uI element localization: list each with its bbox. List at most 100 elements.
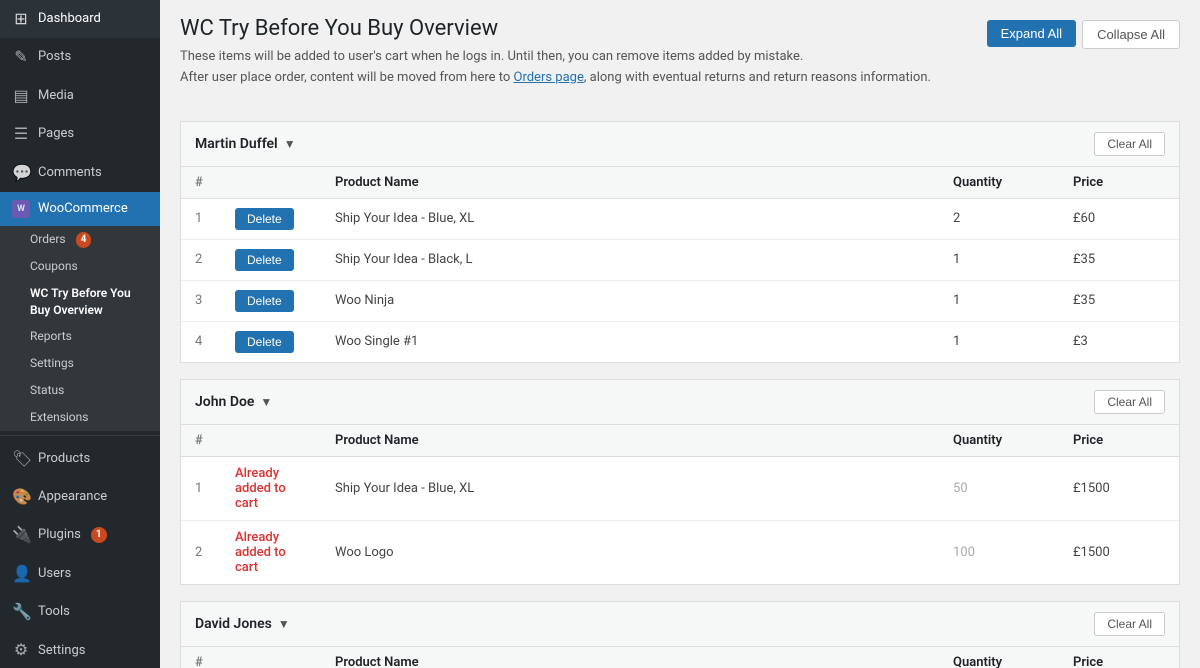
sidebar-item-products[interactable]: 🏷 Products — [0, 440, 160, 478]
sidebar-sub-reports[interactable]: Reports — [0, 323, 160, 350]
row-product: Woo Ninja — [321, 280, 939, 321]
col-action — [221, 425, 321, 457]
plugins-icon: 🔌 — [12, 524, 30, 546]
orders-label: Orders — [30, 231, 66, 248]
woocommerce-label: WooCommerce — [38, 200, 128, 218]
row-price: £1500 — [1059, 456, 1179, 520]
orders-page-link[interactable]: Orders page — [514, 70, 584, 85]
sidebar-sub-extensions[interactable]: Extensions — [0, 404, 160, 431]
media-icon: ▤ — [12, 85, 30, 107]
clear-all-button-john[interactable]: Clear All — [1094, 390, 1165, 414]
orders-badge: 4 — [76, 232, 92, 248]
row-action: Already added to cart — [221, 456, 321, 520]
table-row: 1 Delete Ship Your Idea - Blue, XL 2 £60 — [181, 198, 1179, 239]
table-row: 4 Delete Woo Single #1 1 £3 — [181, 321, 1179, 362]
col-num: # — [181, 167, 221, 199]
wc-overview-label: WC Try Before You Buy Overview — [30, 285, 148, 319]
sidebar-dashboard[interactable]: ⊞ Dashboard — [0, 0, 160, 38]
col-action — [221, 167, 321, 199]
sidebar-item-comments[interactable]: 💬 Comments — [0, 154, 160, 192]
row-price: £35 — [1059, 280, 1179, 321]
user-section-header-martin: Martin Duffel ▼Clear All — [181, 122, 1179, 167]
sidebar-item-appearance[interactable]: 🎨 Appearance — [0, 478, 160, 516]
reports-label: Reports — [30, 328, 72, 345]
plugins-label: Plugins — [38, 526, 81, 544]
col-product: Product Name — [321, 167, 939, 199]
tools-label: Tools — [38, 603, 70, 621]
user-table-martin: # Product Name Quantity Price 1 Delete S… — [181, 167, 1179, 362]
delete-button[interactable]: Delete — [235, 208, 294, 230]
chevron-down-icon[interactable]: ▼ — [284, 137, 296, 151]
row-num: 4 — [181, 321, 221, 362]
clear-all-button-martin[interactable]: Clear All — [1094, 132, 1165, 156]
user-name-text: John Doe — [195, 394, 254, 410]
row-price: £1500 — [1059, 520, 1179, 584]
sidebar-item-woocommerce[interactable]: W WooCommerce — [0, 192, 160, 226]
row-action: Delete — [221, 239, 321, 280]
row-action: Already added to cart — [221, 520, 321, 584]
sidebar-logo-label: Dashboard — [38, 10, 101, 28]
main-content: WC Try Before You Buy Overview These ite… — [160, 0, 1200, 668]
appearance-icon: 🎨 — [12, 486, 30, 508]
users-icon: 👤 — [12, 563, 30, 585]
comments-icon: 💬 — [12, 162, 30, 184]
sidebar-item-users[interactable]: 👤 Users — [0, 555, 160, 593]
collapse-all-button[interactable]: Collapse All — [1082, 20, 1180, 49]
comments-label: Comments — [38, 164, 102, 182]
page-description: These items will be added to user's cart… — [180, 47, 987, 89]
row-action: Delete — [221, 198, 321, 239]
row-qty: 2 — [939, 198, 1059, 239]
expand-all-button[interactable]: Expand All — [987, 20, 1076, 47]
row-product: Woo Logo — [321, 520, 939, 584]
row-num: 1 — [181, 456, 221, 520]
sidebar-sub-orders[interactable]: Orders 4 — [0, 226, 160, 253]
sidebar-sub-coupons[interactable]: Coupons — [0, 253, 160, 280]
col-product: Product Name — [321, 647, 939, 668]
pages-label: Pages — [38, 125, 74, 143]
header-actions: Expand All Collapse All — [987, 16, 1180, 49]
already-added-label: Already added to cart — [235, 530, 286, 575]
sidebar-item-media[interactable]: ▤ Media — [0, 77, 160, 115]
sidebar-item-pages[interactable]: ☰ Pages — [0, 115, 160, 153]
page-title: WC Try Before You Buy Overview — [180, 16, 987, 41]
chevron-down-icon[interactable]: ▼ — [278, 617, 290, 631]
row-num: 1 — [181, 198, 221, 239]
user-sections-container: Martin Duffel ▼Clear All # Product Name … — [180, 121, 1180, 668]
delete-button[interactable]: Delete — [235, 331, 294, 353]
posts-icon: ✎ — [12, 46, 30, 68]
row-num: 3 — [181, 280, 221, 321]
header-text: WC Try Before You Buy Overview These ite… — [180, 16, 987, 105]
sidebar-divider — [0, 435, 160, 436]
user-section-martin: Martin Duffel ▼Clear All # Product Name … — [180, 121, 1180, 363]
sidebar-item-settings[interactable]: ⚙ Settings — [0, 631, 160, 668]
user-name-text: David Jones — [195, 616, 272, 632]
status-label: Status — [30, 382, 64, 399]
settings-label: Settings — [38, 642, 85, 660]
row-qty: 1 — [939, 280, 1059, 321]
table-row: 3 Delete Woo Ninja 1 £35 — [181, 280, 1179, 321]
table-row: 2 Delete Ship Your Idea - Black, L 1 £35 — [181, 239, 1179, 280]
sidebar-item-posts[interactable]: ✎ Posts — [0, 38, 160, 76]
plugins-badge: 1 — [91, 527, 107, 543]
media-label: Media — [38, 87, 74, 105]
delete-button[interactable]: Delete — [235, 290, 294, 312]
pages-icon: ☰ — [12, 123, 30, 145]
col-qty: Quantity — [939, 167, 1059, 199]
user-name-david: David Jones ▼ — [195, 616, 290, 632]
row-action: Delete — [221, 280, 321, 321]
sidebar-item-plugins[interactable]: 🔌 Plugins 1 — [0, 516, 160, 554]
coupons-label: Coupons — [30, 258, 78, 275]
sidebar-sub-wc-overview[interactable]: WC Try Before You Buy Overview — [0, 280, 160, 324]
col-price: Price — [1059, 167, 1179, 199]
delete-button[interactable]: Delete — [235, 249, 294, 271]
sidebar-item-tools[interactable]: 🔧 Tools — [0, 593, 160, 631]
sidebar-sub-status[interactable]: Status — [0, 377, 160, 404]
row-num: 2 — [181, 239, 221, 280]
clear-all-button-david[interactable]: Clear All — [1094, 612, 1165, 636]
sidebar-sub-settings[interactable]: Settings — [0, 350, 160, 377]
row-action: Delete — [221, 321, 321, 362]
user-name-john: John Doe ▼ — [195, 394, 272, 410]
chevron-down-icon[interactable]: ▼ — [260, 395, 272, 409]
row-product: Woo Single #1 — [321, 321, 939, 362]
user-section-header-david: David Jones ▼ Clear All — [181, 602, 1179, 647]
